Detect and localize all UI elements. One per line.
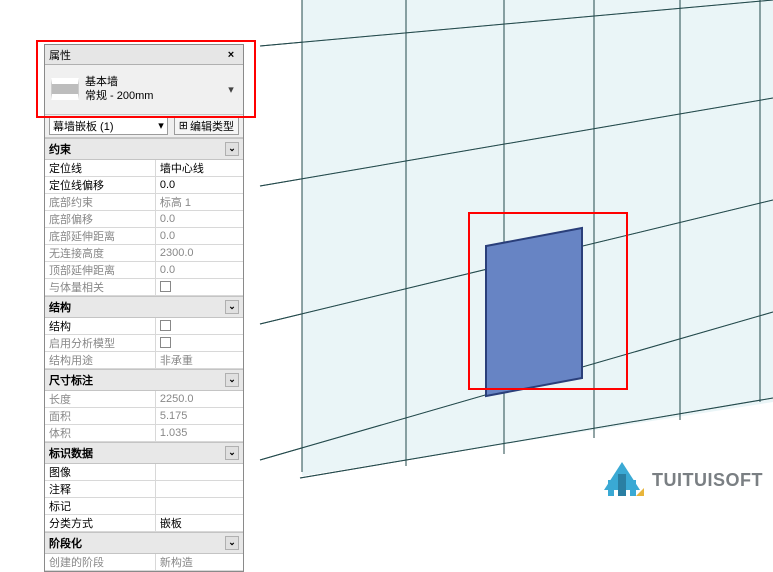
property-row[interactable]: 定位线偏移0.0 bbox=[45, 177, 243, 194]
property-value[interactable]: 墙中心线 bbox=[156, 160, 243, 176]
property-row: 创建的阶段新构造 bbox=[45, 554, 243, 571]
property-value bbox=[156, 335, 243, 351]
group-collapse-icon[interactable]: ⌄ bbox=[225, 300, 239, 314]
group-header[interactable]: 约束 ⌄ bbox=[45, 138, 243, 160]
property-value[interactable] bbox=[156, 464, 243, 480]
group-header[interactable]: 标识数据 ⌄ bbox=[45, 442, 243, 464]
property-label: 底部约束 bbox=[45, 194, 156, 210]
properties-panel: 属性 × 基本墙 常规 - 200mm ▾ 幕墙嵌板 (1) ▾ ⊞ 编辑类型 … bbox=[44, 44, 244, 572]
property-value[interactable]: 嵌板 bbox=[156, 515, 243, 531]
property-label: 图像 bbox=[45, 464, 156, 480]
property-value[interactable] bbox=[156, 481, 243, 497]
property-value: 2300.0 bbox=[156, 245, 243, 261]
watermark-logo-icon bbox=[600, 460, 644, 500]
chevron-down-icon[interactable]: ▾ bbox=[225, 83, 237, 96]
property-row[interactable]: 注释 bbox=[45, 481, 243, 498]
group-header[interactable]: 结构 ⌄ bbox=[45, 296, 243, 318]
property-value: 新构造 bbox=[156, 554, 243, 570]
property-label: 定位线 bbox=[45, 160, 156, 176]
group-name: 标识数据 bbox=[49, 445, 93, 461]
property-label: 启用分析模型 bbox=[45, 335, 156, 351]
property-value: 非承重 bbox=[156, 352, 243, 368]
edit-type-button[interactable]: ⊞ 编辑类型 bbox=[174, 117, 239, 135]
watermark: TUITUISOFT bbox=[600, 460, 763, 500]
chevron-down-icon: ▾ bbox=[158, 119, 164, 132]
type-name: 基本墙 bbox=[85, 75, 219, 89]
property-row[interactable]: 结构 bbox=[45, 318, 243, 335]
group-name: 约束 bbox=[49, 141, 71, 157]
property-value: 0.0 bbox=[156, 262, 243, 278]
group-collapse-icon[interactable]: ⌄ bbox=[225, 142, 239, 156]
checkbox bbox=[160, 281, 171, 292]
property-value: 1.035 bbox=[156, 425, 243, 441]
property-row: 顶部延伸距离0.0 bbox=[45, 262, 243, 279]
property-label: 长度 bbox=[45, 391, 156, 407]
property-value: 0.0 bbox=[156, 228, 243, 244]
property-label: 与体量相关 bbox=[45, 279, 156, 295]
type-variant: 常规 - 200mm bbox=[85, 89, 219, 103]
property-label: 注释 bbox=[45, 481, 156, 497]
properties-title: 属性 bbox=[49, 47, 71, 63]
property-row[interactable]: 标记 bbox=[45, 498, 243, 515]
property-row: 底部偏移0.0 bbox=[45, 211, 243, 228]
property-row: 面积5.175 bbox=[45, 408, 243, 425]
property-label: 底部偏移 bbox=[45, 211, 156, 227]
close-icon[interactable]: × bbox=[223, 47, 239, 63]
group-collapse-icon[interactable]: ⌄ bbox=[225, 373, 239, 387]
type-swatch-icon bbox=[51, 78, 79, 100]
property-value[interactable] bbox=[156, 318, 243, 334]
property-row: 结构用途非承重 bbox=[45, 352, 243, 369]
property-row[interactable]: 分类方式嵌板 bbox=[45, 515, 243, 532]
watermark-text: TUITUISOFT bbox=[652, 470, 763, 491]
property-row[interactable]: 定位线墙中心线 bbox=[45, 160, 243, 177]
group-name: 尺寸标注 bbox=[49, 372, 93, 388]
property-label: 结构用途 bbox=[45, 352, 156, 368]
property-value bbox=[156, 279, 243, 295]
group-name: 结构 bbox=[49, 299, 71, 315]
property-label: 体积 bbox=[45, 425, 156, 441]
property-row: 与体量相关 bbox=[45, 279, 243, 296]
group-header[interactable]: 阶段化 ⌄ bbox=[45, 532, 243, 554]
property-label: 定位线偏移 bbox=[45, 177, 156, 193]
property-row: 底部约束标高 1 bbox=[45, 194, 243, 211]
property-row: 底部延伸距离0.0 bbox=[45, 228, 243, 245]
property-row: 无连接高度2300.0 bbox=[45, 245, 243, 262]
group-header[interactable]: 尺寸标注 ⌄ bbox=[45, 369, 243, 391]
property-value: 0.0 bbox=[156, 211, 243, 227]
property-value[interactable]: 0.0 bbox=[156, 177, 243, 193]
properties-header: 属性 × bbox=[45, 45, 243, 65]
selected-panel[interactable] bbox=[486, 228, 582, 396]
property-value: 标高 1 bbox=[156, 194, 243, 210]
property-row: 体积1.035 bbox=[45, 425, 243, 442]
edit-type-icon: ⊞ bbox=[179, 119, 188, 132]
property-value: 2250.0 bbox=[156, 391, 243, 407]
type-selector[interactable]: 基本墙 常规 - 200mm ▾ bbox=[45, 65, 243, 115]
properties-table: 约束⌄定位线墙中心线定位线偏移0.0底部约束标高 1底部偏移0.0底部延伸距离0… bbox=[45, 138, 243, 571]
property-row: 启用分析模型 bbox=[45, 335, 243, 352]
property-label: 分类方式 bbox=[45, 515, 156, 531]
property-row[interactable]: 图像 bbox=[45, 464, 243, 481]
instance-label: 幕墙嵌板 (1) bbox=[53, 118, 114, 134]
property-label: 无连接高度 bbox=[45, 245, 156, 261]
group-collapse-icon[interactable]: ⌄ bbox=[225, 536, 239, 550]
instance-select[interactable]: 幕墙嵌板 (1) ▾ bbox=[49, 117, 168, 135]
property-label: 创建的阶段 bbox=[45, 554, 156, 570]
group-collapse-icon[interactable]: ⌄ bbox=[225, 446, 239, 460]
property-label: 顶部延伸距离 bbox=[45, 262, 156, 278]
property-value: 5.175 bbox=[156, 408, 243, 424]
property-row: 长度2250.0 bbox=[45, 391, 243, 408]
checkbox[interactable] bbox=[160, 320, 171, 331]
edit-type-label: 编辑类型 bbox=[190, 118, 234, 134]
checkbox bbox=[160, 337, 171, 348]
property-label: 结构 bbox=[45, 318, 156, 334]
property-label: 面积 bbox=[45, 408, 156, 424]
property-label: 底部延伸距离 bbox=[45, 228, 156, 244]
group-name: 阶段化 bbox=[49, 535, 82, 551]
